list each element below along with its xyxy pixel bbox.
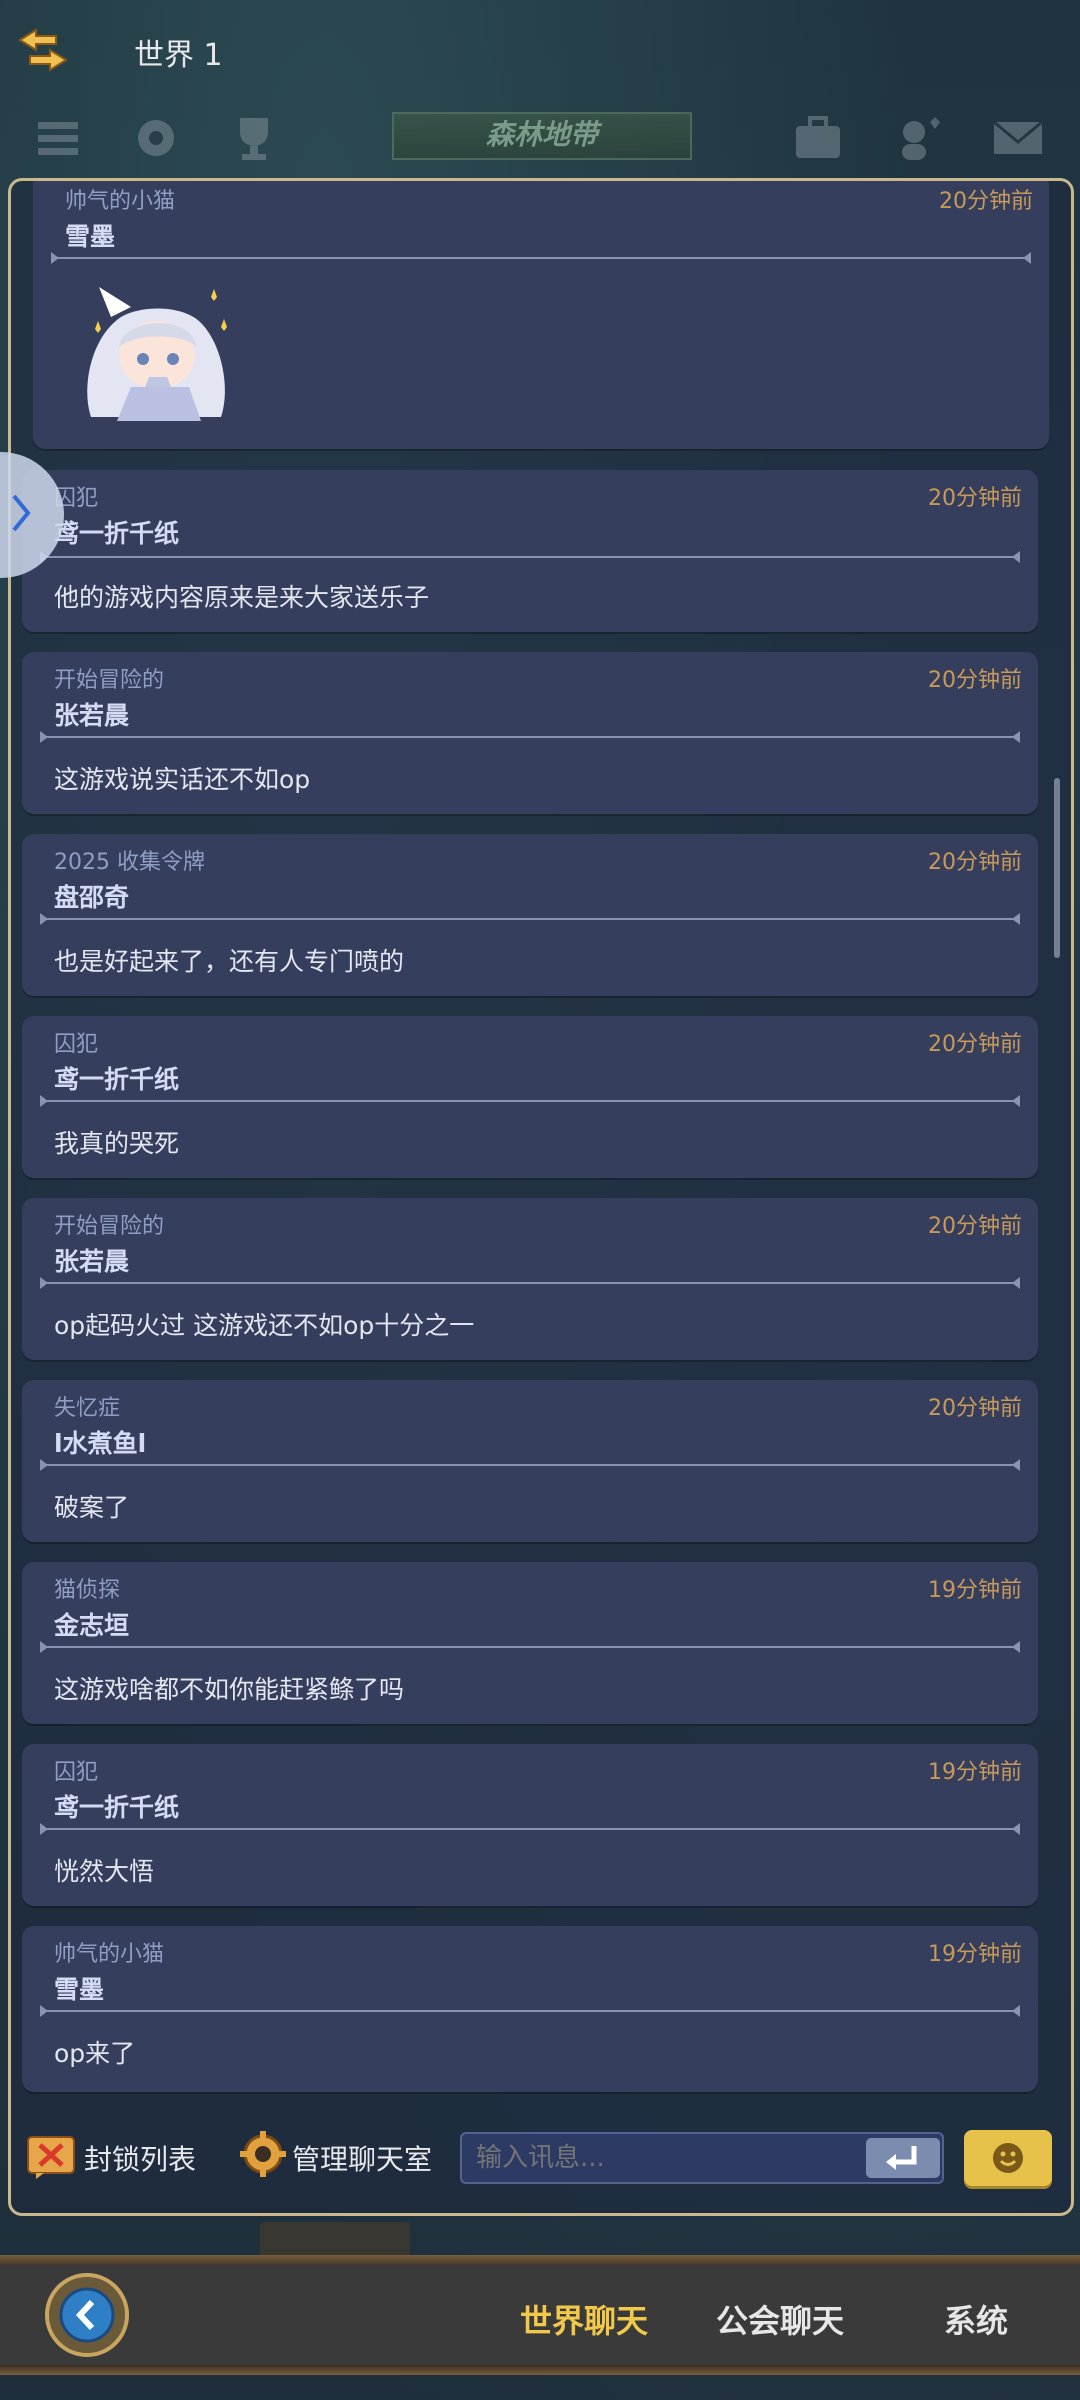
tab-guild-chat[interactable]: 公会聊天 bbox=[716, 2296, 844, 2342]
chat-message: 开始冒险的 20分钟前 张若晨 这游戏说实话还不如op bbox=[22, 652, 1038, 814]
message-time: 19分钟前 bbox=[928, 1942, 1022, 1967]
mail-icon bbox=[990, 110, 1046, 180]
message-time: 20分钟前 bbox=[939, 189, 1033, 214]
username[interactable]: 张若晨 bbox=[54, 696, 129, 732]
message-text: 这游戏说实话还不如op bbox=[54, 765, 311, 794]
message-text: 他的游戏内容原来是来大家送乐子 bbox=[54, 583, 430, 612]
message-text: 恍然大悟 bbox=[54, 1857, 155, 1886]
trophy-icon bbox=[226, 110, 282, 180]
message-time: 20分钟前 bbox=[928, 850, 1022, 875]
message-text: op来了 bbox=[54, 2039, 136, 2068]
back-button[interactable] bbox=[44, 2272, 130, 2358]
divider bbox=[40, 1277, 1020, 1289]
message-time: 20分钟前 bbox=[928, 486, 1022, 511]
message-time: 20分钟前 bbox=[928, 1396, 1022, 1421]
username[interactable]: 雪墨 bbox=[54, 1970, 104, 2006]
user-rank: 2025 收集令牌 bbox=[54, 850, 205, 875]
tab-system[interactable]: 系统 bbox=[944, 2296, 1008, 2342]
user-rank: 失忆症 bbox=[54, 1396, 121, 1421]
manage-room-icon[interactable] bbox=[240, 2131, 286, 2177]
divider bbox=[51, 252, 1031, 264]
message-text: op起码火过 这游戏还不如op十分之一 bbox=[54, 1311, 475, 1340]
world-title[interactable]: 世界 1 bbox=[134, 30, 223, 74]
chevron-right-icon bbox=[12, 494, 31, 532]
user-rank: 猫侦探 bbox=[54, 1578, 121, 1603]
anime-girl-sticker[interactable] bbox=[71, 277, 247, 421]
username[interactable]: 鸢一折千纸 bbox=[54, 1060, 179, 1096]
friends-icon bbox=[890, 110, 946, 180]
message-text: 破案了 bbox=[54, 1493, 130, 1522]
menu-icon bbox=[30, 110, 86, 180]
chat-message: 2025 收集令牌 20分钟前 盘邵奇 也是好起来了，还有人专门喷的 bbox=[22, 834, 1038, 996]
divider bbox=[40, 1823, 1020, 1835]
emoji-button[interactable] bbox=[964, 2130, 1052, 2186]
message-text: 这游戏啥都不如你能赶紧鲦了吗 bbox=[54, 1675, 405, 1704]
chat-message: 囚犯 20分钟前 鸢一折千纸 我真的哭死 bbox=[22, 1016, 1038, 1178]
message-time: 20分钟前 bbox=[928, 668, 1022, 693]
block-list-button[interactable]: 封锁列表 bbox=[84, 2138, 196, 2178]
message-time: 19分钟前 bbox=[928, 1760, 1022, 1785]
block-list-icon[interactable] bbox=[26, 2135, 76, 2179]
chat-message: 失忆症 20分钟前 l水煮鱼l 破案了 bbox=[22, 1380, 1038, 1542]
chat-message: 囚犯 19分钟前 鸢一折千纸 恍然大悟 bbox=[22, 1744, 1038, 1906]
smiley-icon bbox=[993, 2143, 1023, 2173]
divider bbox=[40, 913, 1020, 925]
send-button[interactable] bbox=[866, 2138, 940, 2178]
swap-server-icon[interactable] bbox=[16, 26, 70, 74]
chat-message: 帅气的小猫 19分钟前 雪墨 op来了 bbox=[22, 1926, 1038, 2092]
tab-world-chat[interactable]: 世界聊天 bbox=[520, 2296, 648, 2342]
hud-decoration bbox=[260, 2222, 410, 2258]
divider bbox=[40, 551, 1020, 563]
username[interactable]: 鸢一折千纸 bbox=[54, 514, 179, 550]
user-rank: 开始冒险的 bbox=[54, 1214, 165, 1239]
message-time: 20分钟前 bbox=[928, 1032, 1022, 1057]
divider bbox=[40, 1459, 1020, 1471]
user-rank: 帅气的小猫 bbox=[54, 1942, 165, 1967]
divider bbox=[40, 2005, 1020, 2017]
user-rank: 囚犯 bbox=[54, 1032, 99, 1057]
divider bbox=[40, 1641, 1020, 1653]
chat-message: 猫侦探 19分钟前 金志垣 这游戏啥都不如你能赶紧鲦了吗 bbox=[22, 1562, 1038, 1724]
username[interactable]: 鸢一折千纸 bbox=[54, 1788, 179, 1824]
message-text: 也是好起来了，还有人专门喷的 bbox=[54, 947, 405, 976]
chat-scrollbar[interactable] bbox=[1054, 778, 1060, 958]
briefcase-icon bbox=[790, 110, 846, 180]
divider bbox=[40, 1095, 1020, 1107]
message-time: 19分钟前 bbox=[928, 1578, 1022, 1603]
username[interactable]: 盘邵奇 bbox=[54, 878, 129, 914]
user-rank: 开始冒险的 bbox=[54, 668, 165, 693]
message-text: 我真的哭死 bbox=[54, 1129, 180, 1158]
top-bar: 世界 1 bbox=[0, 0, 1080, 110]
username[interactable]: 雪墨 bbox=[65, 217, 115, 253]
enter-icon bbox=[886, 2146, 917, 2170]
username[interactable]: 金志垣 bbox=[54, 1606, 129, 1642]
manage-chatroom-button[interactable]: 管理聊天室 bbox=[292, 2138, 432, 2178]
username[interactable]: l水煮鱼l bbox=[54, 1424, 146, 1460]
user-rank: 囚犯 bbox=[54, 1760, 99, 1785]
user-rank: 帅气的小猫 bbox=[65, 189, 176, 214]
divider bbox=[40, 731, 1020, 743]
chat-message: 囚犯 20分钟前 鸢一折千纸 他的游戏内容原来是来大家送乐子 bbox=[22, 470, 1038, 632]
zone-banner: 森林地带 bbox=[392, 112, 692, 160]
message-time: 20分钟前 bbox=[928, 1214, 1022, 1239]
chat-message: 帅气的小猫 20分钟前 雪墨 bbox=[33, 181, 1049, 449]
chat-message: 开始冒险的 20分钟前 张若晨 op起码火过 这游戏还不如op十分之一 bbox=[22, 1198, 1038, 1360]
username[interactable]: 张若晨 bbox=[54, 1242, 129, 1278]
gear-icon bbox=[128, 110, 184, 180]
